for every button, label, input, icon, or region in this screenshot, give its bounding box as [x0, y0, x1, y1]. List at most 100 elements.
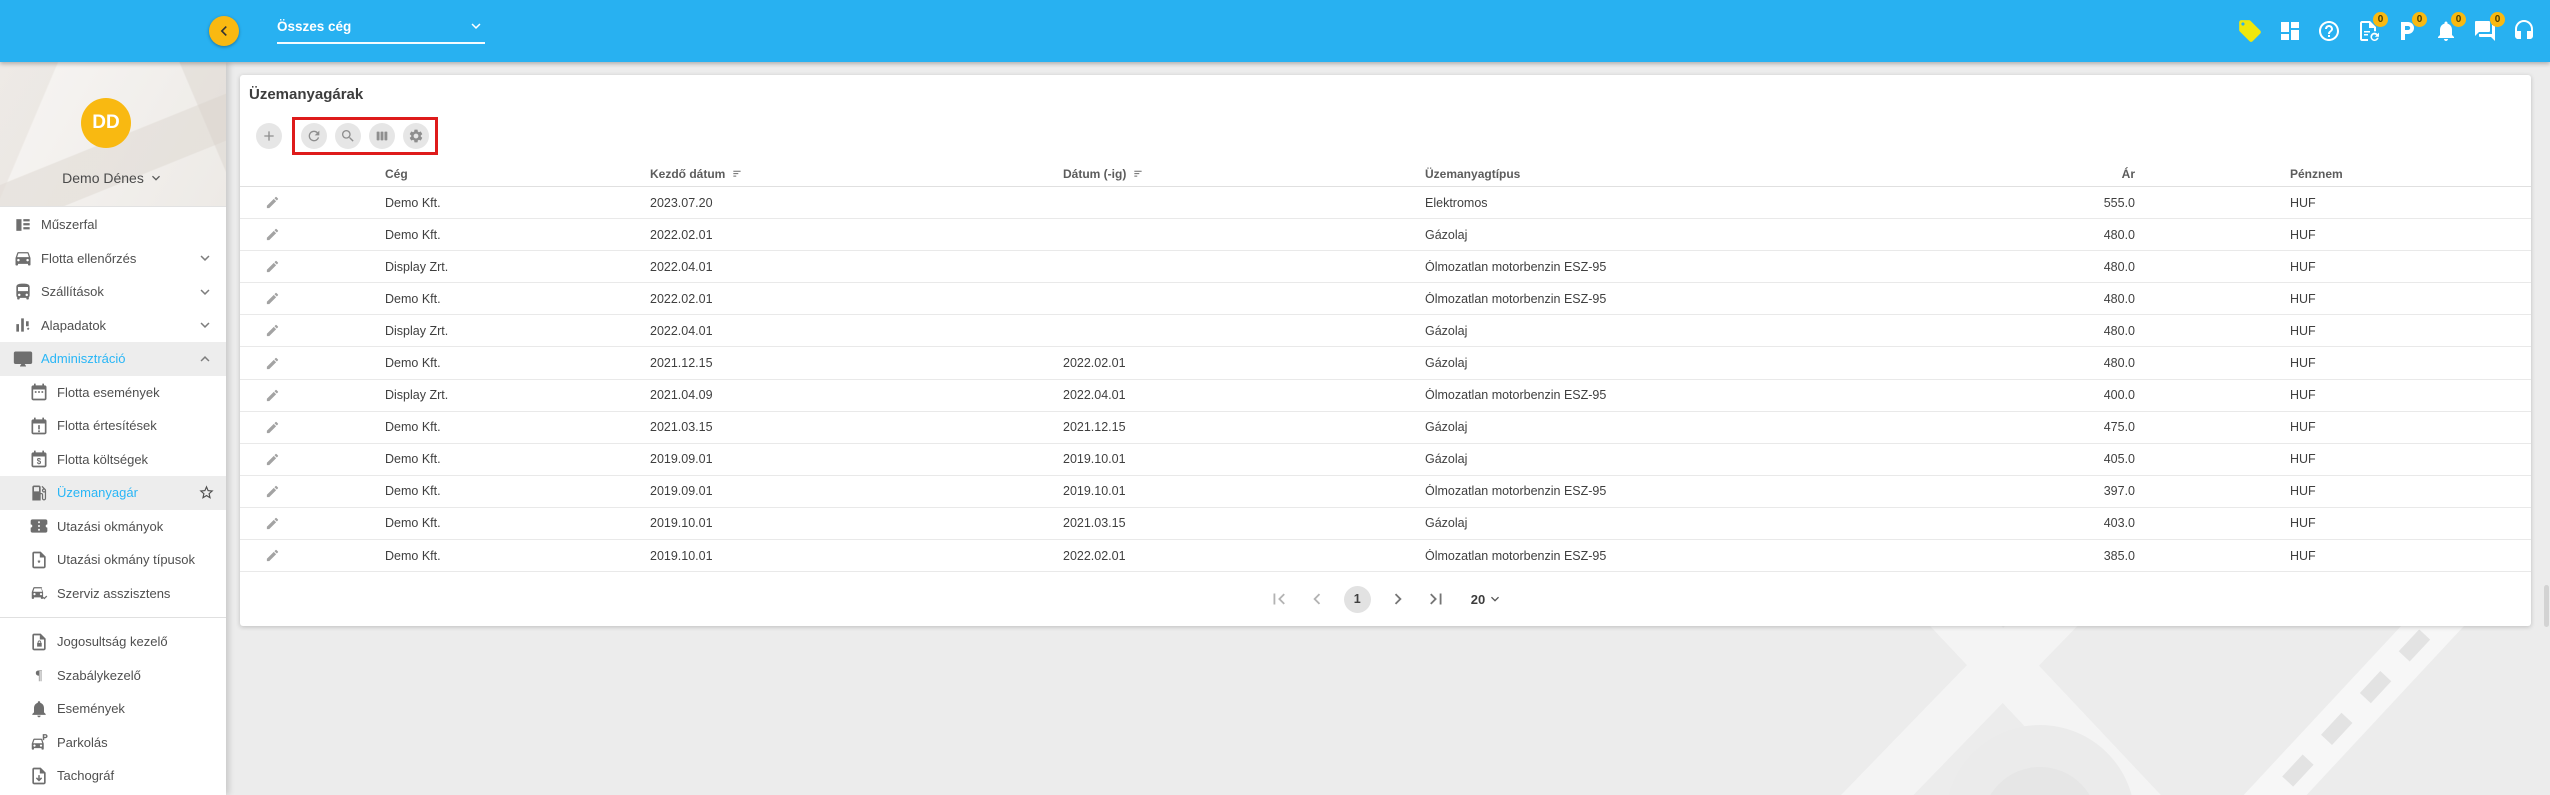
edit-row-button[interactable] — [240, 548, 385, 563]
sidebar-item-label: Műszerfal — [41, 217, 97, 232]
table-row[interactable]: Display Zrt. 2022.04.01 Gázolaj 480.0 HU… — [240, 315, 2531, 347]
cell-company: Demo Kft. — [385, 292, 650, 306]
page-size-select[interactable]: 20 — [1471, 591, 1503, 607]
column-header-label: Dátum (-ig) — [1063, 167, 1126, 181]
sidebar-item-jogosultsag-kezelo[interactable]: Jogosultság kezelő — [0, 625, 226, 659]
sidebar-item-szerviz-asszisztens[interactable]: Szerviz asszisztens — [0, 577, 226, 611]
sidebar-item-adminisztracio[interactable]: Adminisztráció — [0, 342, 226, 376]
help-icon[interactable] — [2317, 19, 2341, 43]
fuel-prices-card: Üzemanyagárak — [240, 75, 2531, 626]
next-page-button[interactable] — [1387, 588, 1409, 610]
edit-row-button[interactable] — [240, 227, 385, 242]
edit-row-button[interactable] — [240, 516, 385, 531]
document-arrow-icon — [29, 766, 49, 786]
columns-button[interactable] — [369, 123, 395, 149]
table-row[interactable]: Demo Kft. 2022.02.01 Gázolaj 480.0 HUF — [240, 219, 2531, 251]
messages-icon[interactable]: 0 — [2473, 19, 2497, 43]
sidebar-item-tachograf[interactable]: Tachográf — [0, 759, 226, 793]
last-page-button[interactable] — [1425, 588, 1447, 610]
edit-row-button[interactable] — [240, 484, 385, 499]
add-button[interactable] — [256, 123, 282, 149]
table-row[interactable]: Demo Kft. 2021.03.15 2021.12.15 Gázolaj … — [240, 412, 2531, 444]
edit-row-button[interactable] — [240, 356, 385, 371]
apps-grid-icon[interactable] — [2278, 19, 2302, 43]
sidebar-item-esemenyek[interactable]: Események — [0, 692, 226, 726]
column-header-label: Cég — [385, 167, 408, 181]
sort-icon[interactable] — [1132, 167, 1146, 181]
edit-row-button[interactable] — [240, 195, 385, 210]
table-row[interactable]: Display Zrt. 2021.04.09 2022.04.01 Ólmoz… — [240, 380, 2531, 412]
cell-currency: HUF — [2135, 356, 2531, 370]
sidebar-item-utazasi-okmanyok[interactable]: Utazási okmányok — [0, 510, 226, 544]
svg-text:¶: ¶ — [36, 668, 43, 684]
sidebar-item-label: Alapadatok — [41, 318, 106, 333]
table-row[interactable]: Demo Kft. 2022.02.01 Ólmozatlan motorben… — [240, 283, 2531, 315]
cell-price: 480.0 — [1940, 324, 2135, 338]
table-row[interactable]: Demo Kft. 2019.09.01 2019.10.01 Gázolaj … — [240, 444, 2531, 476]
user-profile[interactable]: DD Demo Dénes — [0, 62, 226, 207]
refresh-button[interactable] — [301, 123, 327, 149]
edit-row-button[interactable] — [240, 420, 385, 435]
user-name[interactable]: Demo Dénes — [0, 170, 226, 186]
edit-row-button[interactable] — [240, 259, 385, 274]
sidebar-item-flotta-koltsegek[interactable]: $ Flotta költségek — [0, 443, 226, 477]
cell-price: 480.0 — [1940, 260, 2135, 274]
document-sync-icon[interactable]: 0 — [2356, 19, 2380, 43]
cell-start-date: 2019.10.01 — [650, 549, 1063, 563]
sidebar-item-label: Szerviz asszisztens — [57, 586, 170, 601]
cell-currency: HUF — [2135, 292, 2531, 306]
company-select[interactable]: Összes cég — [277, 17, 485, 44]
cell-price: 480.0 — [1940, 228, 2135, 242]
first-page-button[interactable] — [1268, 588, 1290, 610]
prev-page-icon — [1306, 588, 1328, 610]
search-button[interactable] — [335, 123, 361, 149]
pilcrow-icon: ¶ — [29, 665, 49, 685]
scrollbar-thumb[interactable] — [2544, 585, 2549, 627]
sidebar-item-uzemanyagar[interactable]: Üzemanyagár — [0, 476, 226, 510]
calendar-dollar-icon: $ — [29, 449, 49, 469]
sidebar-item-muszerfal[interactable]: Műszerfal — [0, 208, 226, 242]
sidebar-item-utazasi-okmany-tipusok[interactable]: Utazási okmány típusok — [0, 543, 226, 577]
sidebar-item-szabalykezelo[interactable]: ¶ Szabálykezelő — [0, 659, 226, 693]
settings-button[interactable] — [403, 123, 429, 149]
table-row[interactable]: Demo Kft. 2019.10.01 2022.02.01 Ólmozatl… — [240, 540, 2531, 572]
pencil-icon — [265, 259, 280, 274]
avatar[interactable]: DD — [81, 98, 131, 148]
sidebar-item-flotta-esemenyek[interactable]: Flotta események — [0, 376, 226, 410]
sidebar-item-flotta-ellenorzes[interactable]: Flotta ellenőrzés — [0, 242, 226, 276]
column-header-kezdo-datum[interactable]: Kezdő dátum — [650, 167, 1063, 181]
support-headset-icon[interactable] — [2512, 19, 2536, 43]
sidebar-item-alapadatok[interactable]: Alapadatok — [0, 309, 226, 343]
current-page-indicator[interactable]: 1 — [1344, 586, 1371, 613]
chevron-down-icon — [196, 283, 214, 301]
fuel-icon — [29, 483, 49, 503]
tag-icon[interactable] — [2237, 18, 2263, 44]
sidebar-item-parkolas[interactable]: Parkolás — [0, 726, 226, 760]
collapse-sidebar-button[interactable] — [209, 16, 239, 46]
edit-row-button[interactable] — [240, 388, 385, 403]
cell-company: Demo Kft. — [385, 516, 650, 530]
sidebar-item-flotta-ertesitesek[interactable]: Flotta értesítések — [0, 409, 226, 443]
table-row[interactable]: Demo Kft. 2023.07.20 Elektromos 555.0 HU… — [240, 187, 2531, 219]
sidebar-item-szallitasok[interactable]: Szállítások — [0, 275, 226, 309]
table-row[interactable]: Demo Kft. 2019.10.01 2021.03.15 Gázolaj … — [240, 508, 2531, 540]
cell-currency: HUF — [2135, 196, 2531, 210]
table-row[interactable]: Demo Kft. 2019.09.01 2019.10.01 Ólmozatl… — [240, 476, 2531, 508]
favorite-star-icon[interactable] — [198, 484, 215, 501]
prev-page-button[interactable] — [1306, 588, 1328, 610]
parking-icon[interactable]: 0 — [2395, 19, 2419, 43]
table-row[interactable]: Demo Kft. 2021.12.15 2022.02.01 Gázolaj … — [240, 347, 2531, 379]
sidebar-item-label: Szállítások — [41, 284, 104, 299]
table-row[interactable]: Display Zrt. 2022.04.01 Ólmozatlan motor… — [240, 251, 2531, 283]
column-header-datum-ig[interactable]: Dátum (-ig) — [1063, 167, 1425, 181]
notification-badge: 0 — [2412, 12, 2427, 27]
edit-row-button[interactable] — [240, 323, 385, 338]
sidebar-item-label: Üzemanyagár — [57, 485, 138, 500]
edit-row-button[interactable] — [240, 291, 385, 306]
notifications-icon[interactable]: 0 — [2434, 19, 2458, 43]
sort-icon[interactable] — [731, 167, 745, 181]
calendar-icon — [29, 382, 49, 402]
edit-row-button[interactable] — [240, 452, 385, 467]
cell-currency: HUF — [2135, 388, 2531, 402]
car-icon — [13, 248, 33, 268]
